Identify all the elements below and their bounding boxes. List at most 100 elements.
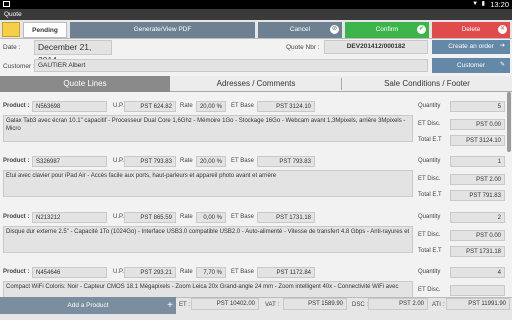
et-discount[interactable]: PST 2.00: [450, 174, 505, 185]
add-product-label: Add a Product: [67, 302, 109, 309]
total-et: PST 3124.10: [450, 135, 505, 146]
product-code[interactable]: S326987: [32, 156, 107, 167]
customer-button[interactable]: Customer ✎: [432, 58, 510, 73]
customer-label: Customer :: [3, 63, 35, 70]
create-order-button[interactable]: Create an order ➔: [432, 40, 510, 54]
up-label: U.P.: [113, 214, 124, 220]
rate-label: Rate: [180, 103, 193, 109]
quote-nbr-field: DEV201412/000182: [324, 40, 428, 54]
date-field[interactable]: December 21, 2014: [34, 40, 112, 65]
cancel-label: Cancel: [289, 26, 311, 33]
unit-price[interactable]: PST 624.82: [124, 101, 176, 112]
dsc-total-value: PST 2.00: [368, 298, 428, 310]
up-label: U.P.: [113, 158, 124, 164]
et-disc-label: ET Disc.: [418, 232, 441, 238]
dsc-total-label: DSC :: [352, 302, 369, 308]
unit-price[interactable]: PST 293.21: [124, 267, 176, 278]
et-total-label: ET :: [179, 302, 190, 308]
et-disc-label: ET Disc.: [418, 287, 441, 293]
et-disc-label: ET Disc.: [418, 176, 441, 182]
close-icon: ✕: [498, 25, 507, 34]
quantity[interactable]: 5: [450, 101, 505, 112]
confirm-button[interactable]: Confirm ✔: [345, 22, 429, 38]
vat-rate[interactable]: 20,00 %: [196, 101, 226, 112]
et-discount[interactable]: PST 0.00: [450, 230, 505, 241]
product-code[interactable]: N454646: [32, 267, 107, 278]
et-base-label: ET Base: [231, 158, 254, 164]
customer-button-label: Customer: [456, 62, 486, 69]
quote-lines-list[interactable]: Product : N563698 U.P. PST 624.82 Rate 2…: [0, 92, 506, 297]
signal-battery-icons: ▼ ▮: [472, 1, 486, 7]
ati-total-value: PST 11991.90: [446, 298, 510, 310]
quantity-label: Quantity: [418, 214, 441, 220]
status-bar: ▼ ▮ 13:20: [0, 0, 512, 9]
product-description[interactable]: Disque dur externe 2.5" - Capacité 1To (…: [3, 226, 413, 253]
up-label: U.P.: [113, 103, 124, 109]
edit-icon: ✎: [499, 62, 506, 68]
et-base: PST 1172.84: [257, 267, 315, 278]
quantity-label: Quantity: [418, 103, 441, 109]
product-description[interactable]: Galax Tab3 avec écran 10.1" capacitif - …: [3, 115, 413, 142]
ati-total-label: ATI :: [432, 302, 445, 308]
app-title: Quote: [4, 11, 22, 18]
create-order-label: Create an order: [448, 43, 494, 50]
quantity[interactable]: 1: [450, 156, 505, 167]
cancel-icon: ⊘: [330, 25, 339, 34]
et-disc-label: ET Disc.: [418, 121, 441, 127]
action-bar: Quote: [0, 9, 512, 20]
product-label: Product :: [3, 158, 30, 164]
vat-total-value: PST 1589.90: [283, 298, 347, 310]
total-et: PST 1731.18: [450, 246, 505, 257]
product-code[interactable]: N213212: [32, 212, 107, 223]
date-label: Date :: [3, 44, 21, 51]
product-code[interactable]: N563698: [32, 101, 107, 112]
tab-sale-conditions[interactable]: Sale Conditions / Footer: [342, 76, 512, 92]
scrollbar[interactable]: [507, 92, 511, 152]
quantity-label: Quantity: [418, 158, 441, 164]
et-base-label: ET Base: [231, 103, 254, 109]
vat-rate[interactable]: 7,70 %: [196, 267, 226, 278]
notification-icon: [3, 1, 10, 7]
product-description[interactable]: Etui avec clavier pour iPad Air - Accès …: [3, 170, 413, 197]
quantity-label: Quantity: [418, 269, 441, 275]
generate-pdf-button[interactable]: Generate/View PDF: [70, 22, 255, 38]
customer-field[interactable]: GAUTIER Albert: [34, 59, 428, 72]
total-et: PST 791.83: [450, 190, 505, 201]
plus-icon: +: [167, 300, 173, 311]
vat-total-label: VAT :: [265, 302, 280, 308]
product-label: Product :: [3, 269, 30, 275]
et-base: PST 1731.18: [257, 212, 315, 223]
quantity[interactable]: 4: [450, 267, 505, 278]
et-base-label: ET Base: [231, 214, 254, 220]
up-label: U.P.: [113, 269, 124, 275]
clock: 13:20: [490, 0, 509, 9]
unit-price[interactable]: PST 865.59: [124, 212, 176, 223]
quantity[interactable]: 2: [450, 212, 505, 223]
total-et-label: Total E.T: [418, 248, 442, 254]
tab-quote-lines[interactable]: Quote Lines: [0, 76, 170, 92]
confirm-label: Confirm: [375, 26, 399, 33]
et-total-value: PST 10402.00: [191, 298, 259, 310]
status-tab-pending[interactable]: Pending: [23, 22, 67, 38]
delete-button[interactable]: Delete ✕: [432, 22, 510, 38]
et-discount[interactable]: PST 0.00: [450, 119, 505, 130]
delete-label: Delete: [461, 26, 481, 33]
vat-rate[interactable]: 0,00 %: [196, 212, 226, 223]
et-base: PST 3124.10: [257, 101, 315, 112]
et-discount[interactable]: [450, 285, 505, 296]
product-label: Product :: [3, 214, 30, 220]
rate-label: Rate: [180, 214, 193, 220]
total-et-label: Total E.T: [418, 192, 442, 198]
arrow-right-icon: ➔: [499, 43, 506, 49]
product-description[interactable]: Compact WiFi Coloris: Noir - Capteur CMO…: [3, 281, 413, 297]
cancel-button[interactable]: Cancel ⊘: [258, 22, 342, 38]
tab-adresses-comments[interactable]: Adresses / Comments: [172, 76, 340, 92]
add-product-button[interactable]: Add a Product +: [0, 297, 176, 314]
rate-label: Rate: [180, 269, 193, 275]
unit-price[interactable]: PST 793.83: [124, 156, 176, 167]
vat-rate[interactable]: 20,00 %: [196, 156, 226, 167]
folder-icon[interactable]: [2, 22, 20, 37]
check-icon: ✔: [417, 25, 426, 34]
et-base: PST 793.83: [257, 156, 315, 167]
product-label: Product :: [3, 103, 30, 109]
